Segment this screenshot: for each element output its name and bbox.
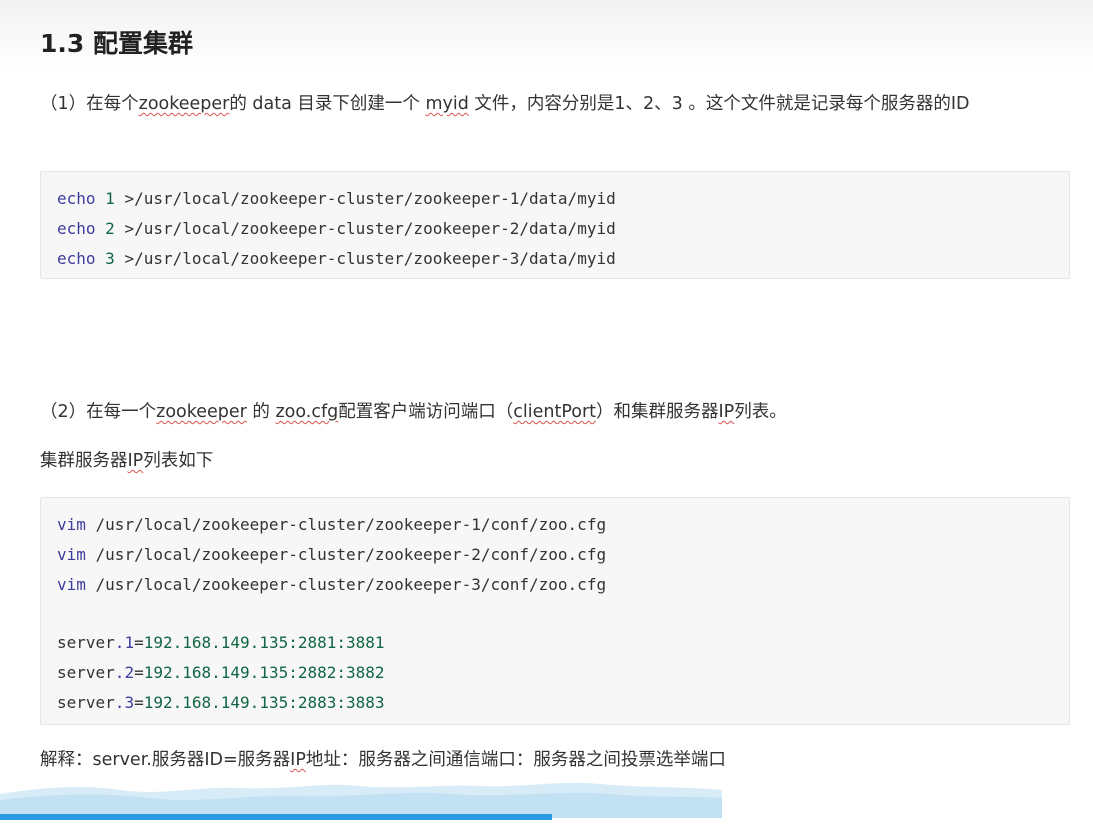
code-line: server.1=192.168.149.135:2881:3881 (57, 633, 385, 652)
spell-ip: IP (718, 402, 735, 422)
section-heading: 1.3 配置集群 (40, 29, 193, 58)
spell-clientport: clientPort (513, 402, 597, 422)
spell-zookeeper: zookeeper (156, 402, 247, 422)
code-line: vim /usr/local/zookeeper-cluster/zookeep… (57, 545, 607, 564)
code-line: echo 1 >/usr/local/zookeeper-cluster/zoo… (57, 189, 616, 208)
code-block-zoocfg: vim /usr/local/zookeeper-cluster/zookeep… (40, 497, 1070, 725)
step1-paragraph: （1）在每个zookeeper的 data 目录下创建一个 myid 文件，内容… (40, 94, 970, 114)
code-line: echo 3 >/usr/local/zookeeper-cluster/zoo… (57, 249, 616, 268)
spell-zookeeper: zookeeper (138, 94, 230, 114)
spell-myid: myid (425, 94, 469, 114)
video-progress-bar[interactable] (0, 814, 1093, 820)
code-line: echo 2 >/usr/local/zookeeper-cluster/zoo… (57, 219, 616, 238)
code-line: vim /usr/local/zookeeper-cluster/zookeep… (57, 575, 607, 594)
step3-paragraph: 集群服务器IP列表如下 (40, 451, 214, 471)
video-wave-decoration (0, 782, 722, 818)
code-block-myid: echo 1 >/usr/local/zookeeper-cluster/zoo… (40, 171, 1070, 279)
code-line: server.3=192.168.149.135:2883:3883 (57, 693, 385, 712)
video-progress-fill (0, 814, 552, 820)
spell-ip: IP (127, 451, 144, 471)
document-page: 1.3 配置集群 （1）在每个zookeeper的 data 目录下创建一个 m… (0, 0, 1093, 825)
code-line: server.2=192.168.149.135:2882:3882 (57, 663, 385, 682)
spell-zoocfg: zoo.cfg (275, 402, 339, 422)
explanation-paragraph: 解释：server.服务器ID=服务器IP地址：服务器之间通信端口：服务器之间投… (40, 750, 726, 770)
step2-paragraph: （2）在每一个zookeeper 的 zoo.cfg配置客户端访问端口（clie… (40, 402, 787, 422)
spell-ip: IP (290, 750, 306, 770)
code-line: vim /usr/local/zookeeper-cluster/zookeep… (57, 515, 607, 534)
